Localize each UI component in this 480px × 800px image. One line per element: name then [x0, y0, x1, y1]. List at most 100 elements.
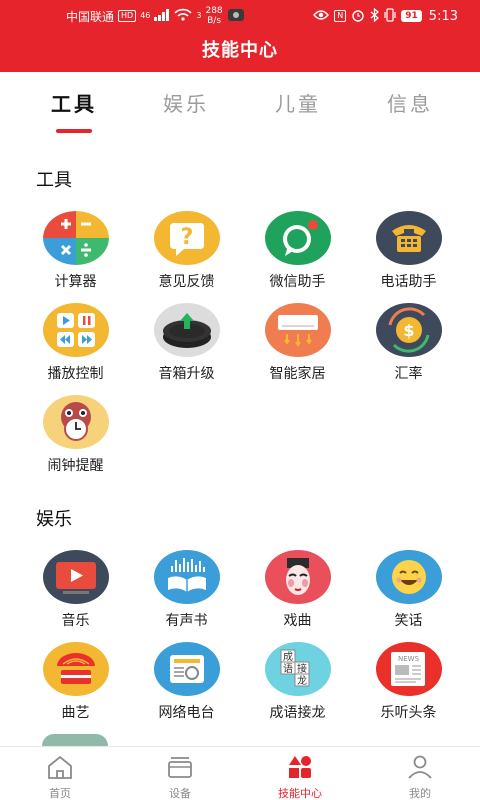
air-conditioner-icon: [264, 303, 331, 357]
nav-device[interactable]: 设备: [120, 747, 240, 800]
vibrate-icon: [384, 7, 396, 25]
section-title-tools: 工具: [36, 170, 72, 191]
skill-label: 汇率: [394, 366, 423, 382]
wifi-sub: 3: [196, 11, 202, 20]
skill-smart-home[interactable]: 智能家居: [242, 303, 353, 383]
media-controls-icon: [42, 303, 109, 357]
newspaper-icon: NEWS: [375, 642, 442, 696]
eye-icon: [313, 9, 330, 24]
section-title-entertainment: 娱乐: [36, 509, 72, 530]
question-icon: ?: [153, 211, 220, 265]
skill-label: 意见反馈: [158, 274, 215, 290]
skill-online-radio[interactable]: 网络电台: [131, 642, 242, 722]
skill-feedback[interactable]: ? 意见反馈: [131, 211, 242, 291]
skill-label: 成语接龙: [269, 705, 326, 721]
skill-jokes[interactable]: 笑话: [353, 550, 464, 630]
nav-home[interactable]: 首页: [0, 747, 120, 800]
nav-profile[interactable]: 我的: [360, 747, 480, 800]
tab-entertainment[interactable]: 娱乐: [130, 88, 242, 138]
drum-icon: [42, 642, 109, 696]
battery-level: 91: [401, 10, 422, 22]
device-icon: [166, 754, 194, 783]
speed-value: 288: [205, 6, 223, 16]
nav-label: 首页: [49, 787, 71, 800]
home-icon: [46, 754, 74, 783]
skill-label: 电话助手: [380, 274, 437, 290]
nav-label: 设备: [169, 787, 191, 800]
skill-playback-control[interactable]: 播放控制: [20, 303, 131, 383]
network-speed: 288 B/s: [205, 6, 222, 26]
idiom-puzzle-icon: 成 语 接 龙: [264, 642, 331, 696]
audiobook-icon: [153, 550, 220, 604]
page-title: 技能中心: [202, 40, 278, 61]
skill-label: 笑话: [394, 613, 423, 629]
skill-label: 播放控制: [47, 366, 104, 382]
skill-label: 智能家居: [269, 366, 326, 382]
skill-alarm-reminder[interactable]: 闹钟提醒: [20, 395, 131, 475]
radio-icon: [153, 642, 220, 696]
currency-exchange-icon: $: [375, 303, 442, 357]
skill-label: 音乐: [61, 613, 90, 629]
skill-news-headlines[interactable]: NEWS 乐听头条: [353, 642, 464, 722]
skill-exchange-rate[interactable]: $ 汇率: [353, 303, 464, 383]
clock-time: 5:13: [428, 8, 458, 24]
nfc-icon: N: [334, 10, 347, 22]
tab-information[interactable]: 信息: [354, 88, 466, 138]
partial-skill-icon: [42, 734, 108, 746]
carrier-name: 中国联通: [66, 9, 115, 24]
skill-label: 乐听头条: [380, 705, 437, 721]
skill-label: 音箱升级: [158, 366, 215, 382]
smiley-icon: [375, 550, 442, 604]
skill-opera[interactable]: 戏曲: [242, 550, 353, 630]
skill-idiom-chain[interactable]: 成 语 接 龙 成语接龙: [242, 642, 353, 722]
category-tabs: 工具 娱乐 儿童 信息: [0, 88, 480, 138]
skill-calculator[interactable]: 计算器: [20, 211, 131, 291]
alarm-clock-icon: [42, 395, 109, 449]
telephone-icon: [375, 211, 442, 265]
tab-children[interactable]: 儿童: [242, 88, 354, 138]
skill-speaker-upgrade[interactable]: 音箱升级: [131, 303, 242, 383]
skill-audiobook[interactable]: 有声书: [131, 550, 242, 630]
signal-icon: [154, 8, 170, 24]
music-video-icon: [42, 550, 109, 604]
skills-icon: [286, 754, 314, 783]
idiom-char: 接: [297, 662, 307, 675]
opera-mask-icon: [264, 550, 331, 604]
svg-text:$: $: [403, 321, 414, 340]
skill-label: 曲艺: [61, 705, 90, 721]
network-type: 46: [140, 11, 151, 20]
idiom-char: 语: [283, 663, 293, 675]
idiom-char: 成: [283, 651, 293, 663]
skill-folk-arts[interactable]: 曲艺: [20, 642, 131, 722]
app-notification-icon: [227, 8, 245, 25]
calculator-icon: [42, 211, 109, 265]
skill-music[interactable]: 音乐: [20, 550, 131, 630]
skill-label: 计算器: [54, 274, 97, 290]
skill-label: 网络电台: [158, 705, 215, 721]
profile-icon: [406, 754, 434, 783]
svg-text:?: ?: [180, 225, 193, 250]
skill-phone-assistant[interactable]: 电话助手: [353, 211, 464, 291]
tab-tools[interactable]: 工具: [18, 88, 130, 138]
status-bar: 中国联通 HD 46 3 288 B/s N 91 5:13: [0, 0, 480, 32]
app-header: 中国联通 HD 46 3 288 B/s N 91 5:13 技能中心: [0, 0, 480, 72]
idiom-char: 龙: [297, 674, 307, 687]
nav-skills-center[interactable]: 技能中心: [240, 747, 360, 800]
skill-wechat-assistant[interactable]: 微信助手: [242, 211, 353, 291]
tools-grid: 计算器 ? 意见反馈 微信助手 电话助手 播放控制 音箱升级 智能家居 $ 汇率…: [20, 211, 468, 475]
news-text: NEWS: [398, 655, 420, 663]
alarm-icon: [351, 8, 365, 25]
nav-label: 我的: [409, 787, 431, 800]
nav-label: 技能中心: [278, 787, 322, 800]
wifi-icon: [174, 8, 192, 24]
speaker-upgrade-icon: [153, 303, 220, 357]
chat-bubble-icon: [264, 211, 331, 265]
skill-label: 有声书: [165, 613, 208, 629]
entertainment-grid: 音乐 有声书 戏曲 笑话 曲艺 网络电台 成 语 接 龙 成语接龙 NEWS 乐…: [20, 550, 468, 722]
hd-badge: HD: [118, 10, 137, 22]
skill-label: 闹钟提醒: [47, 458, 104, 474]
skill-label: 戏曲: [283, 613, 312, 629]
bluetooth-icon: [370, 7, 380, 25]
bottom-navigation: 首页 设备 技能中心 我的: [0, 746, 480, 800]
speed-unit: B/s: [207, 16, 222, 26]
